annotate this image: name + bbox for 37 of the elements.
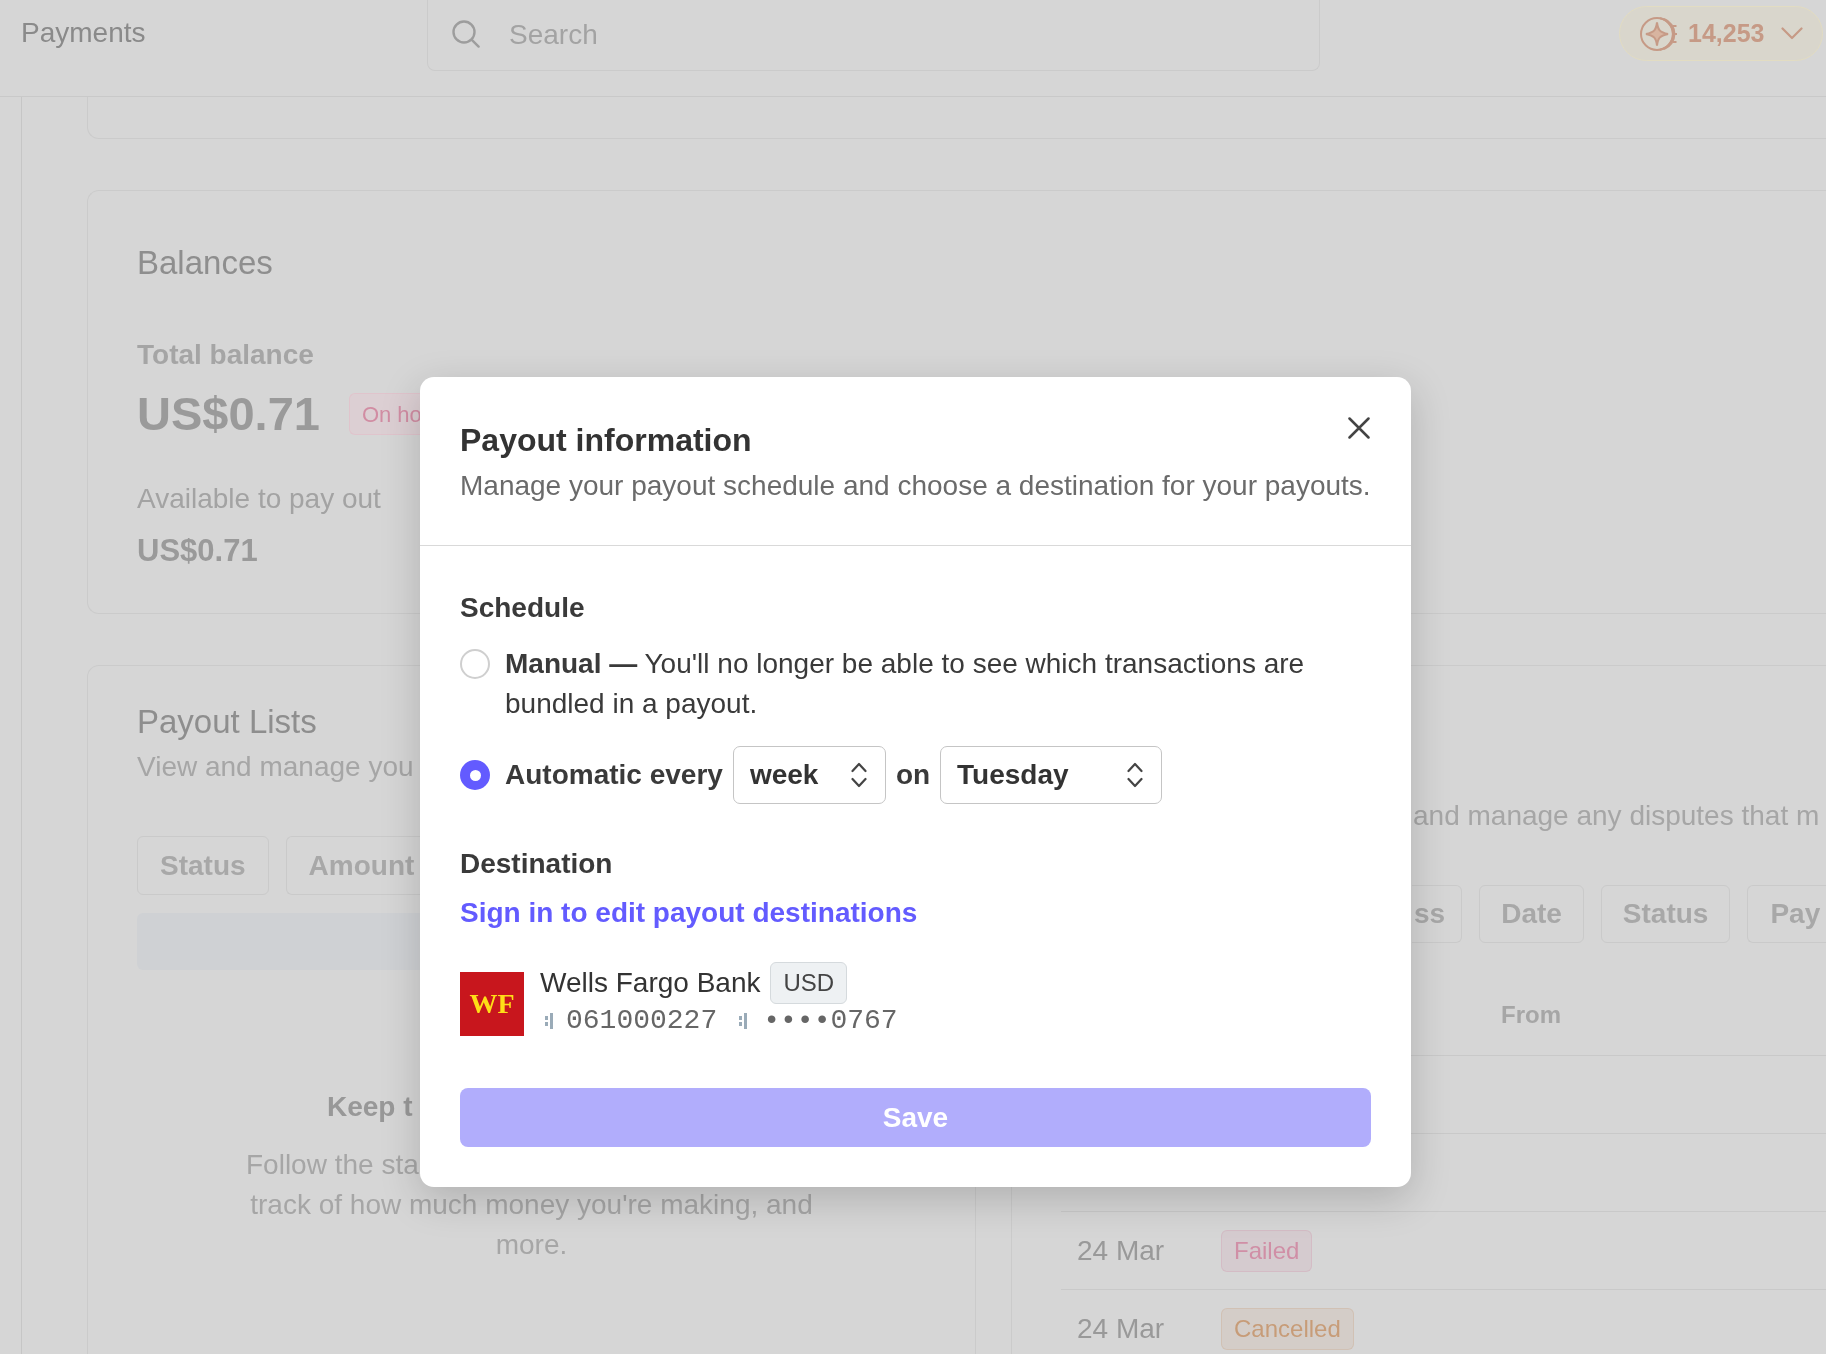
table-cell: 24 Mar <box>1077 1234 1165 1266</box>
empty-state-title: Keep t <box>327 1090 413 1124</box>
option-label: Automatic every <box>505 758 723 792</box>
bars-icon <box>739 1013 748 1029</box>
routing-number: 061000227 <box>566 1004 718 1038</box>
connector-label: on <box>895 758 931 792</box>
status-badge: On ho <box>348 393 422 435</box>
currency-badge: USD <box>770 962 848 1004</box>
option-label: Manual — You'll no longer be able to see which transactions are bundled in a payout. <box>505 647 1306 721</box>
dialog-title: Payout information <box>460 421 752 460</box>
close-icon <box>1348 417 1370 439</box>
status-badge: Cancelled <box>1221 1307 1354 1350</box>
coin-icon <box>1640 15 1678 52</box>
status-badge: Failed <box>1221 1229 1313 1272</box>
account-number: ••••0767 <box>763 1004 898 1038</box>
select-field[interactable]: Tuesday <box>940 746 1163 804</box>
balance-amount: US$0.71 <box>137 532 258 570</box>
balance-amount: US$0.71 <box>137 386 320 442</box>
chevron-up-down-icon <box>850 762 867 788</box>
points-badge[interactable]: 14,253 <box>1619 6 1823 61</box>
sign-in-link[interactable]: Sign in to edit payout destinations <box>460 895 918 931</box>
section-heading: Destination <box>460 847 613 881</box>
chevron-up-down-icon <box>1127 762 1144 788</box>
section-title: Balances <box>137 243 273 283</box>
search-icon <box>452 20 480 48</box>
radio-button[interactable] <box>460 760 490 790</box>
bank-name: Wells Fargo Bank <box>540 966 761 1000</box>
page-title: Payments <box>21 17 146 48</box>
chevron-down-icon <box>1781 27 1804 40</box>
section-title: Payout Lists <box>137 702 317 742</box>
dialog-description: Manage your payout schedule and choose a destination for your payouts. <box>460 469 1371 503</box>
bank-logo: WF <box>460 972 524 1036</box>
bars-icon <box>545 1013 553 1029</box>
select-field[interactable]: week <box>732 746 886 804</box>
radio-button[interactable] <box>460 649 490 679</box>
section-heading: Schedule <box>460 591 585 625</box>
table-cell: 24 Mar <box>1077 1312 1165 1344</box>
